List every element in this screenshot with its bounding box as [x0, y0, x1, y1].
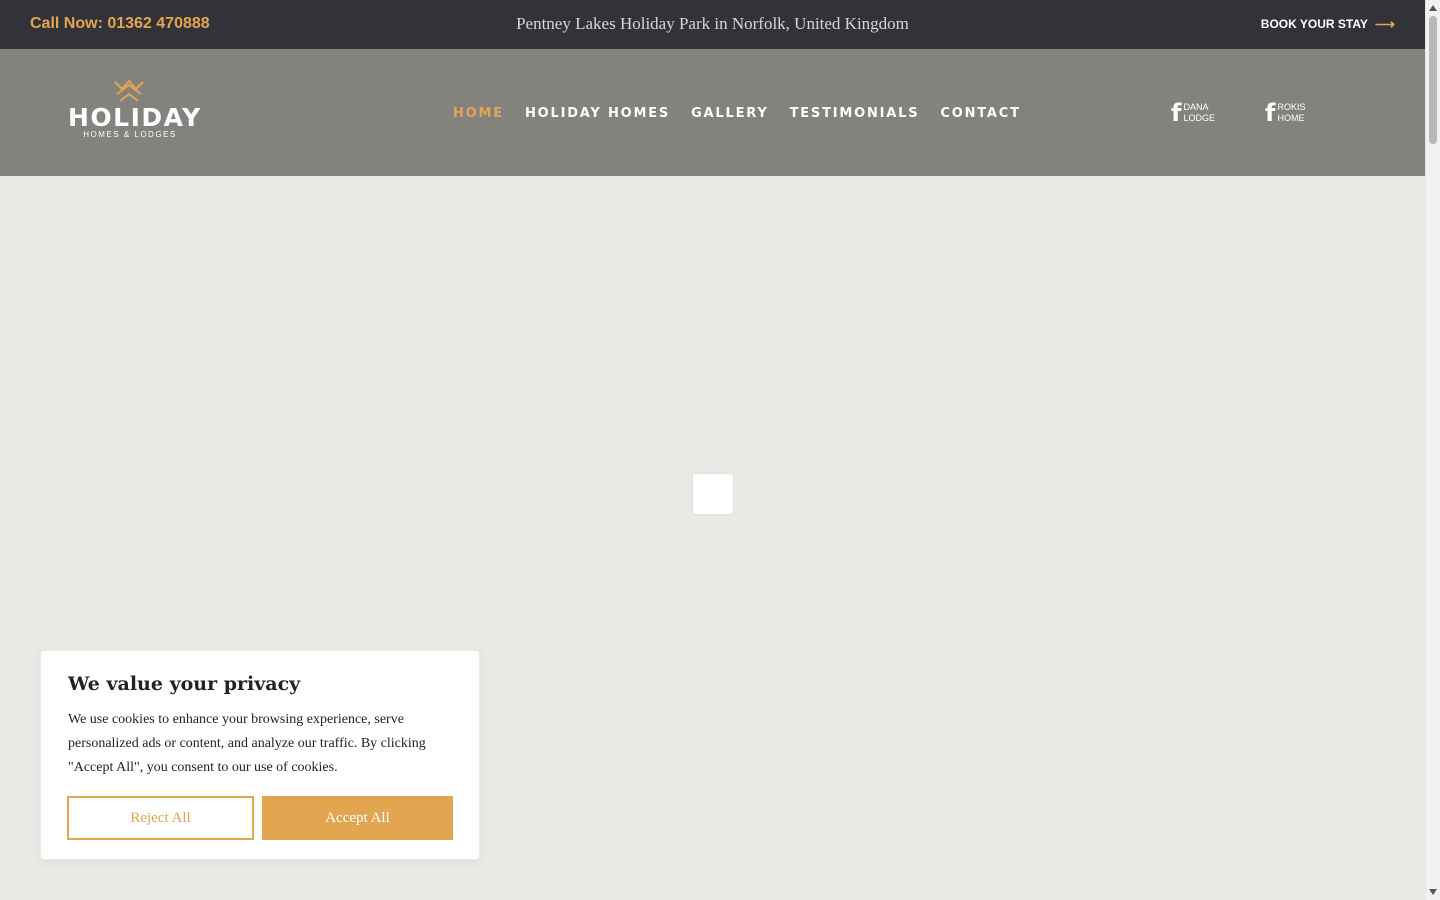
- facebook-link-dana-lodge[interactable]: f DANA LODGE: [1171, 99, 1215, 127]
- location-text: Pentney Lakes Holiday Park in Norfolk, U…: [516, 14, 909, 33]
- scrollbar-thumb[interactable]: [1429, 16, 1437, 144]
- top-bar: Call Now: 01362 470888 Pentney Lakes Hol…: [0, 0, 1425, 49]
- facebook-link-rokis-home[interactable]: f ROKIS HOME: [1265, 99, 1306, 127]
- arrow-right-icon: ⟶: [1374, 16, 1395, 32]
- nav-item-holiday-homes[interactable]: HOLIDAY HOMES: [525, 106, 670, 121]
- nav-item-home[interactable]: HOME: [453, 106, 504, 121]
- logo-subtitle: HOMES & LODGES: [83, 130, 177, 139]
- scroll-up-arrow-icon[interactable]: [1429, 5, 1437, 11]
- facebook-link-label: DANA LODGE: [1183, 102, 1215, 123]
- site-logo[interactable]: HOLIDAY HOMES & LODGES: [68, 80, 202, 140]
- cookie-title: We value your privacy: [68, 673, 301, 695]
- facebook-icon: f: [1265, 99, 1276, 127]
- page-scrollbar[interactable]: [1425, 0, 1440, 900]
- crown-icon: [114, 80, 144, 102]
- cookie-body-text: We use cookies to enhance your browsing …: [68, 712, 426, 775]
- reject-all-button[interactable]: Reject All: [67, 796, 254, 840]
- book-your-stay-label: BOOK YOUR STAY: [1260, 17, 1368, 31]
- site-header: HOLIDAY HOMES & LODGES HOME HOLIDAY HOME…: [0, 49, 1425, 176]
- cookie-consent-banner: We value your privacy We use cookies to …: [40, 650, 480, 860]
- book-your-stay-button[interactable]: BOOK YOUR STAY ⟶: [1261, 17, 1395, 31]
- logo-wordmark: HOLIDAY: [68, 103, 202, 132]
- nav-item-testimonials[interactable]: TESTIMONIALS: [790, 106, 920, 121]
- loading-spinner: [693, 474, 733, 514]
- facebook-icon: f: [1171, 99, 1182, 127]
- facebook-link-label: ROKIS HOME: [1277, 102, 1306, 123]
- accept-all-button[interactable]: Accept All: [262, 796, 453, 840]
- main-nav: HOME HOLIDAY HOMES GALLERY TESTIMONIALS …: [453, 106, 1021, 121]
- scroll-down-arrow-icon[interactable]: [1429, 889, 1437, 895]
- nav-item-contact[interactable]: CONTACT: [940, 106, 1020, 121]
- nav-item-gallery[interactable]: GALLERY: [691, 106, 769, 121]
